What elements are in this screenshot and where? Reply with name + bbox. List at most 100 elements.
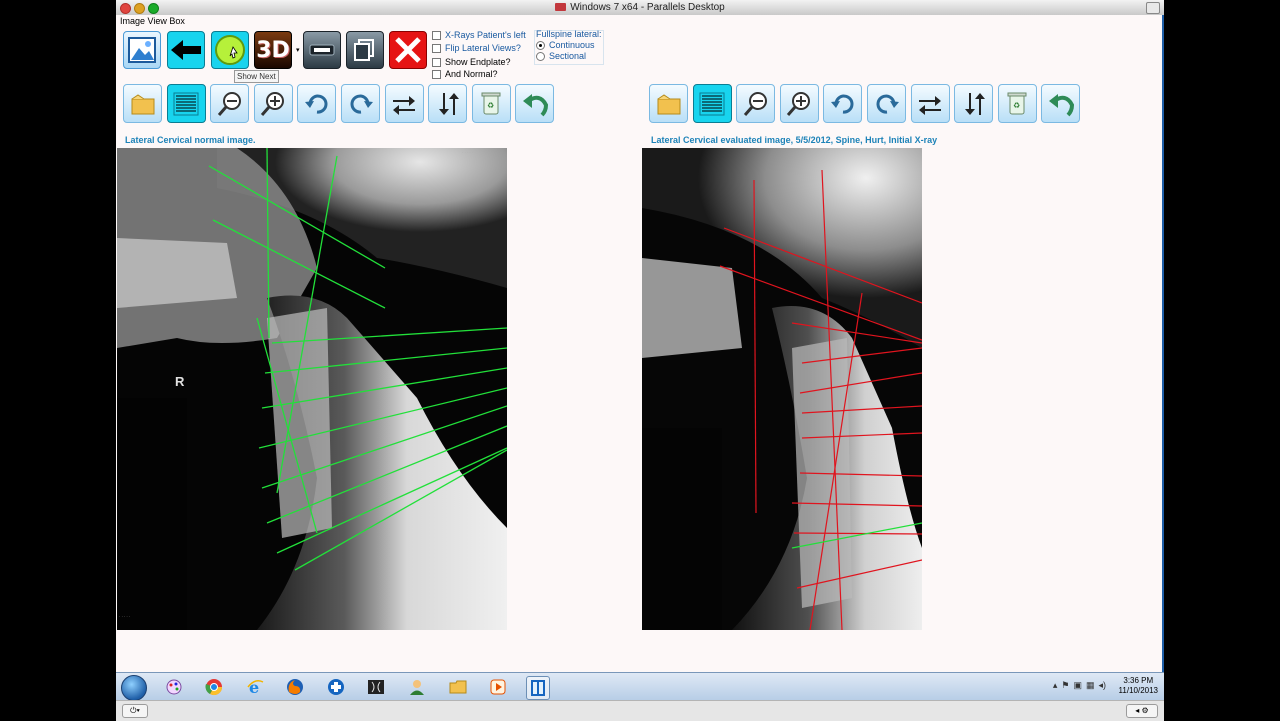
close-window-icon[interactable] <box>120 3 131 14</box>
3d-view-button[interactable]: 3D <box>254 31 292 69</box>
xrays-patients-left-option[interactable]: X-Rays Patient's left <box>432 30 526 40</box>
recycle-icon: ♻ <box>481 92 501 114</box>
undo-icon <box>522 93 548 116</box>
left-lines-button[interactable] <box>166 84 206 123</box>
left-undo-button[interactable] <box>515 84 555 123</box>
sectional-option[interactable]: Sectional <box>536 51 586 61</box>
printer-icon[interactable]: ▣ <box>1073 680 1082 691</box>
system-tray: ▴ ⚑ ▣ ▦ ◂) <box>1053 680 1106 691</box>
left-recycle-button[interactable]: ♻ <box>471 84 511 123</box>
undo-icon <box>1048 93 1074 116</box>
svg-text:♻: ♻ <box>487 101 494 110</box>
flip-lateral-views-option[interactable]: Flip Lateral Views? <box>432 43 521 53</box>
zoom-out-icon <box>217 91 241 116</box>
xray-label-top: · · · · · <box>462 150 473 155</box>
open-folder-icon <box>657 93 680 114</box>
media-icon[interactable] <box>487 676 509 698</box>
medical-icon[interactable] <box>325 676 347 698</box>
xrays-patients-left-label: X-Rays Patient's left <box>445 30 526 40</box>
lines-icon <box>699 92 725 115</box>
show-endplate-option[interactable]: Show Endplate? <box>432 57 511 67</box>
image-view-box: Image View Box Show Next 3D ▾ X-Rays Pat… <box>116 15 1164 672</box>
firefox-icon[interactable] <box>284 676 306 698</box>
window-title: Windows 7 x64 - Parallels Desktop <box>570 2 725 13</box>
and-normal-option[interactable]: And Normal? <box>432 69 498 79</box>
right-zoom-in-button[interactable] <box>779 84 819 123</box>
flip-horizontal-icon <box>919 95 942 115</box>
fullscreen-icon[interactable] <box>1146 2 1160 14</box>
arrow-left-icon <box>171 40 201 60</box>
rotate-left-icon <box>830 94 854 114</box>
close-image-button[interactable] <box>389 31 427 69</box>
parallels-icon <box>555 3 567 12</box>
copy-view-button[interactable] <box>346 31 384 69</box>
right-rotate-right-button[interactable] <box>867 84 906 123</box>
flip-horizontal-icon <box>393 95 416 115</box>
zoom-in-icon <box>787 91 811 116</box>
right-lines-button[interactable] <box>692 84 732 123</box>
power-icon[interactable]: ⏻▾ <box>122 704 148 718</box>
network-icon[interactable]: ▦ <box>1086 680 1095 691</box>
right-flip-horizontal-button[interactable] <box>910 84 950 123</box>
zoom-window-icon[interactable] <box>148 3 159 14</box>
show-endplate-checkbox[interactable] <box>432 57 441 67</box>
mac-titlebar: Windows 7 x64 - Parallels Desktop <box>116 0 1164 16</box>
show-next-button[interactable] <box>211 31 249 69</box>
and-normal-label: And Normal? <box>445 69 498 79</box>
system-clock[interactable]: 3:36 PM 11/10/2013 <box>1119 676 1158 696</box>
lines-icon <box>173 92 199 115</box>
chrome-icon[interactable] <box>203 676 225 698</box>
and-normal-checkbox[interactable] <box>432 69 441 79</box>
spine-app-icon[interactable] <box>526 676 550 700</box>
show-next-tooltip: Show Next <box>234 70 279 83</box>
user-icon[interactable] <box>406 676 428 698</box>
flip-lateral-views-checkbox[interactable] <box>432 43 441 53</box>
right-open-folder-button[interactable] <box>649 84 688 123</box>
left-zoom-in-button[interactable] <box>253 84 293 123</box>
folder-icon[interactable] <box>447 676 469 698</box>
minimize-view-button[interactable] <box>303 31 341 69</box>
xrays-patients-left-checkbox[interactable] <box>432 30 441 40</box>
green-circle-icon <box>215 35 245 65</box>
sectional-label: Sectional <box>549 51 587 61</box>
continuous-label: Continuous <box>549 40 595 50</box>
zoom-in-icon <box>261 91 285 116</box>
show-previous-button[interactable] <box>167 31 205 69</box>
settings-icon[interactable]: ◂ ⚙ <box>1126 704 1158 718</box>
flip-lateral-views-label: Flip Lateral Views? <box>445 43 521 53</box>
recycle-icon: ♻ <box>1007 92 1027 114</box>
ie-icon[interactable]: e <box>244 676 266 698</box>
paint-icon[interactable] <box>163 676 185 698</box>
right-flip-vertical-button[interactable] <box>954 84 994 123</box>
windows-start-icon[interactable] <box>121 675 147 701</box>
3d-dropdown-icon[interactable]: ▾ <box>296 46 300 54</box>
sectional-radio[interactable] <box>536 51 545 61</box>
left-rotate-right-button[interactable] <box>341 84 380 123</box>
continuous-option[interactable]: Continuous <box>536 40 595 50</box>
left-open-folder-button[interactable] <box>123 84 162 123</box>
evaluated-xray-image[interactable] <box>642 148 922 630</box>
flag-icon[interactable]: ⚑ <box>1061 680 1069 691</box>
right-rotate-left-button[interactable] <box>823 84 863 123</box>
rotate-right-icon <box>350 94 373 114</box>
xray-app-icon[interactable] <box>365 676 387 698</box>
left-zoom-out-button[interactable] <box>210 84 250 123</box>
left-flip-horizontal-button[interactable] <box>384 84 424 123</box>
fullspine-label: Fullspine lateral: <box>536 29 602 39</box>
continuous-radio[interactable] <box>536 40 545 50</box>
close-icon <box>395 37 421 63</box>
right-recycle-button[interactable]: ♻ <box>997 84 1037 123</box>
volume-icon[interactable]: ◂) <box>1098 680 1106 691</box>
xray-label-bottom-left: · · · · · <box>119 614 130 619</box>
right-zoom-out-button[interactable] <box>736 84 776 123</box>
left-rotate-left-button[interactable] <box>297 84 337 123</box>
normal-xray-image[interactable]: R · · · · · · · · · · <box>117 148 507 630</box>
right-undo-button[interactable] <box>1041 84 1081 123</box>
open-image-button[interactable] <box>123 31 161 69</box>
minimize-window-icon[interactable] <box>134 3 145 14</box>
rotate-left-icon <box>304 94 328 114</box>
flip-vertical-icon <box>438 92 459 115</box>
show-hidden-icons-icon[interactable]: ▴ <box>1053 680 1058 691</box>
left-flip-vertical-button[interactable] <box>428 84 468 123</box>
windows-taskbar: e ▴ ⚑ ▣ ▦ ◂) 3:36 PM 11/10/2013 <box>116 672 1164 701</box>
